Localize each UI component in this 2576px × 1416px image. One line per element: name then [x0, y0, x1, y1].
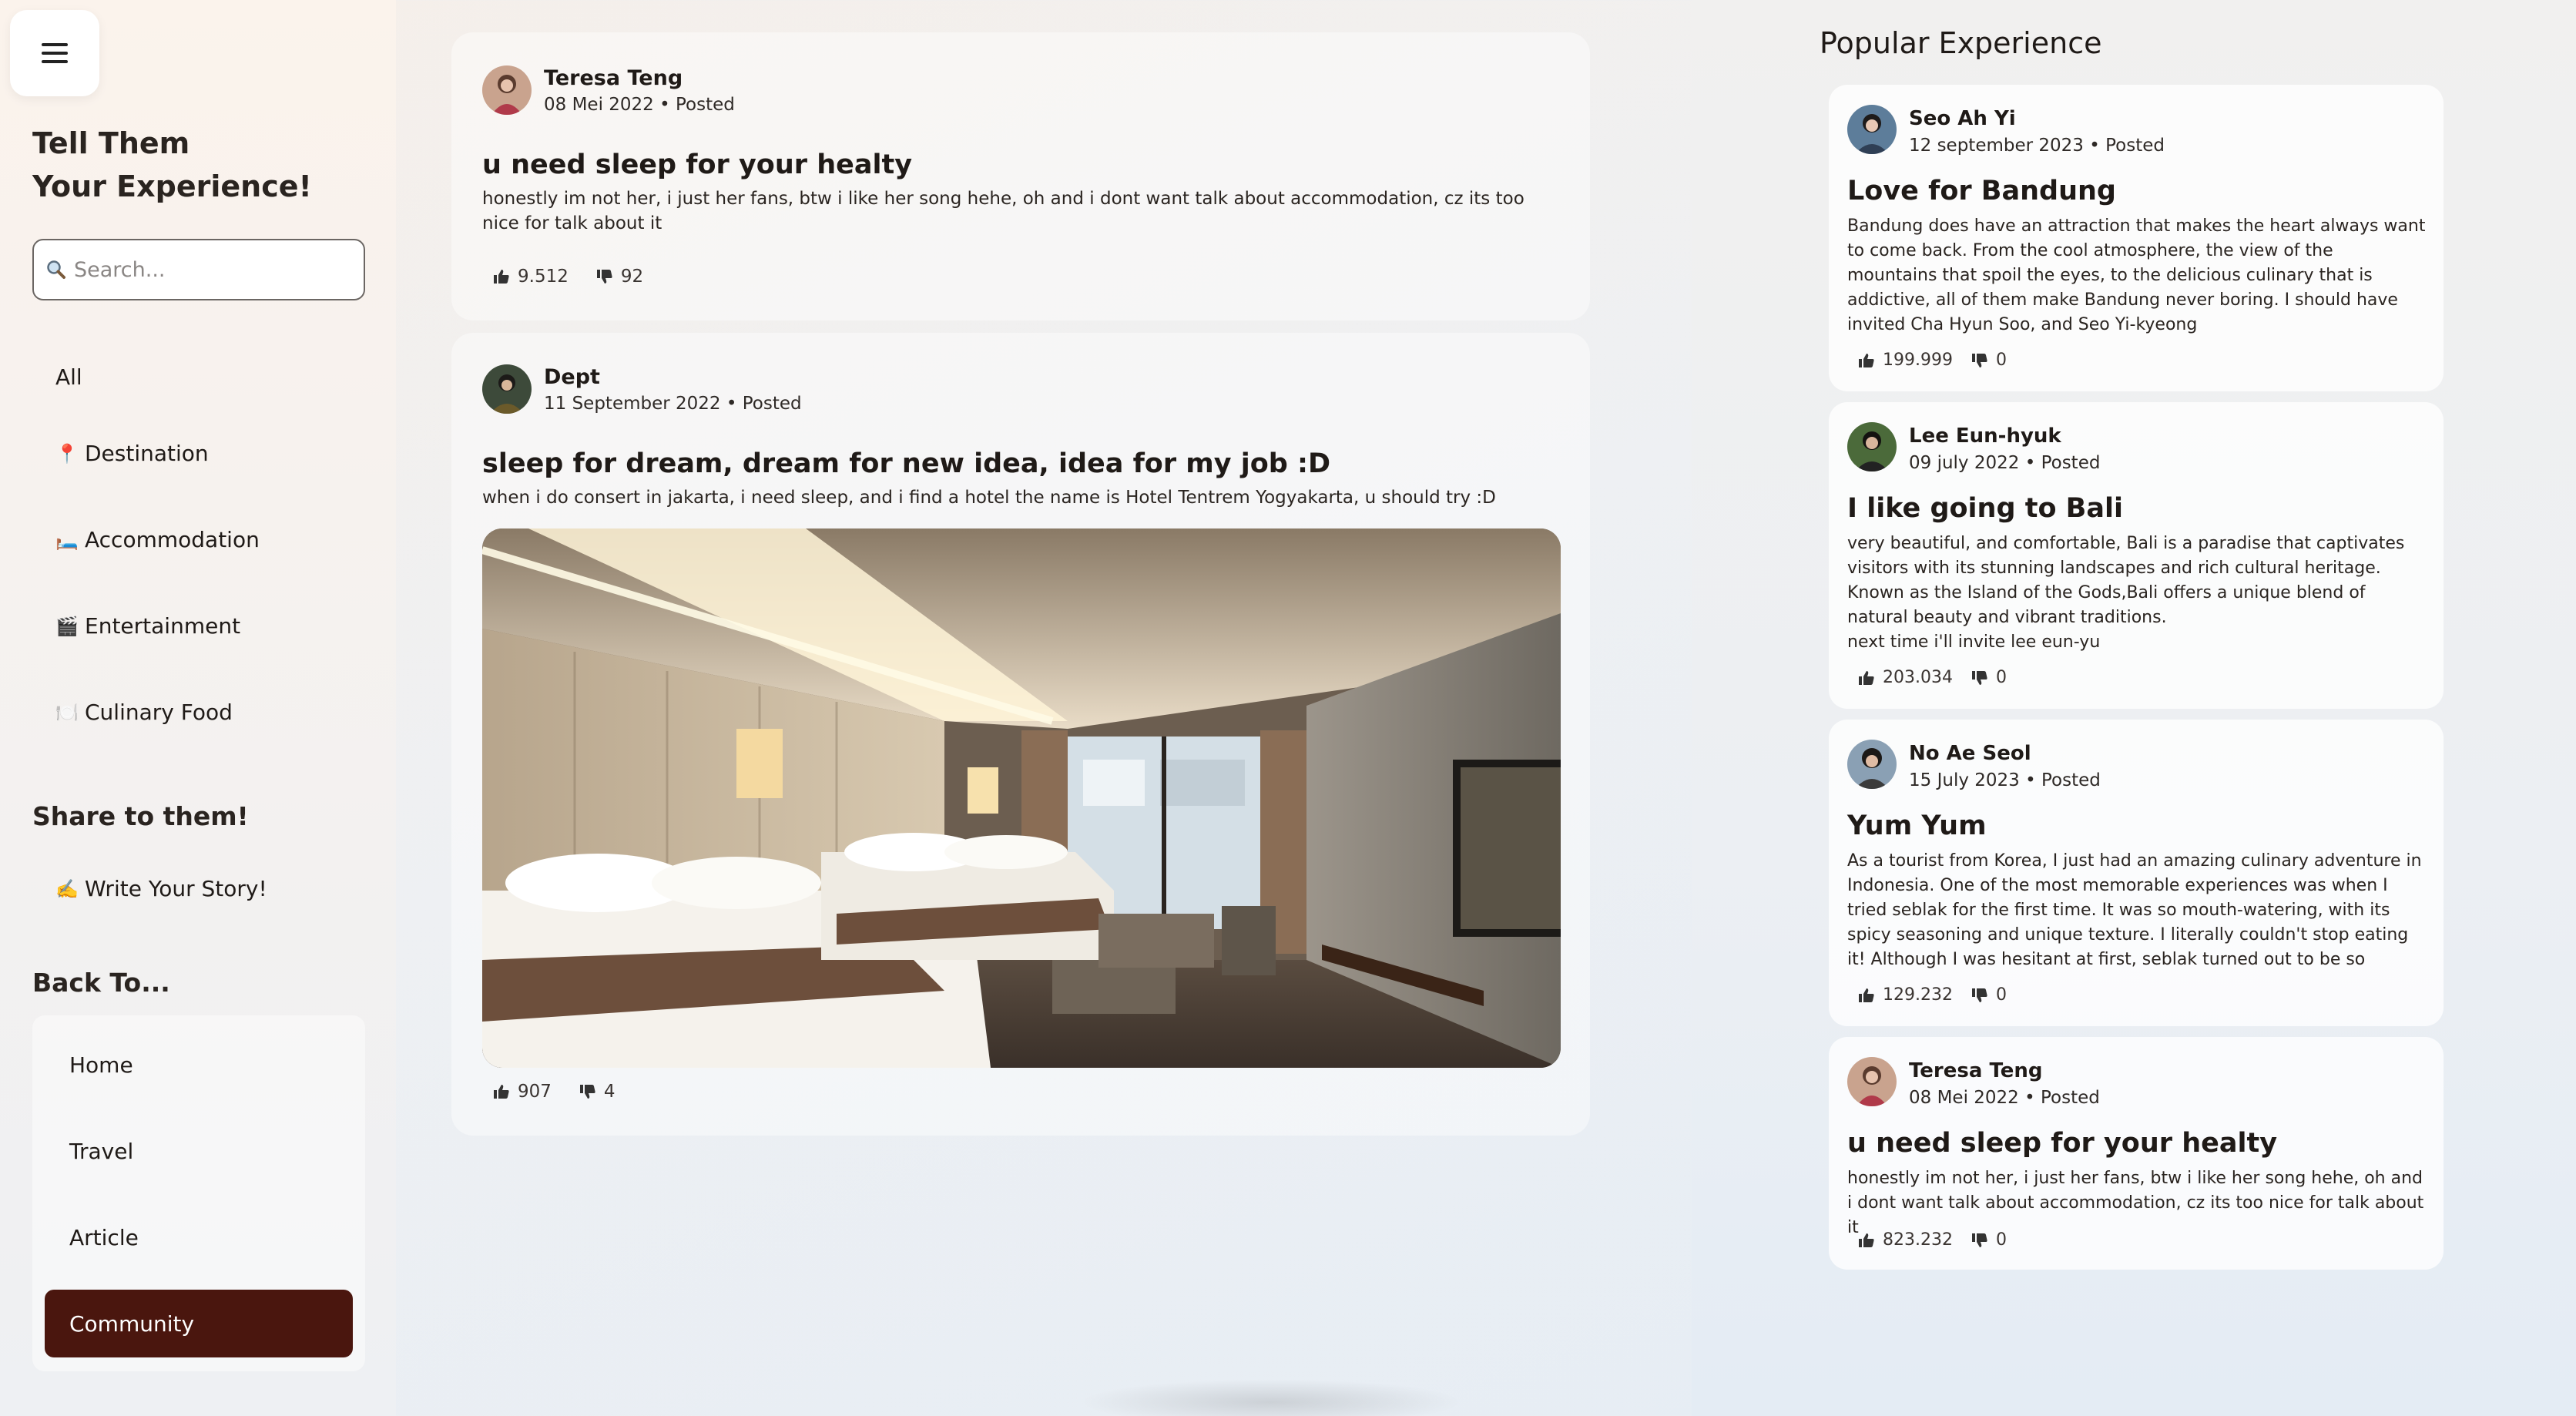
popular-title[interactable]: Love for Bandung [1847, 176, 2116, 206]
avatar[interactable] [1847, 1057, 1897, 1106]
thumbs-up-icon [1859, 353, 1874, 367]
sidebar-title: Tell Them Your Experience! [32, 126, 312, 203]
nav-home[interactable]: Home [45, 1031, 353, 1099]
popular-body: very beautiful, and comfortable, Bali is… [1847, 534, 2405, 627]
thumbs-down-icon [1971, 1233, 1987, 1247]
pin-icon: 📍 [55, 442, 79, 465]
popular-author[interactable]: No Ae Seol [1909, 742, 2031, 765]
thumbs-up-icon [1859, 670, 1874, 685]
like-button[interactable]: 203.034 [1858, 668, 1953, 687]
like-button[interactable]: 9.512 [493, 267, 569, 287]
popular-meta: 15 July 2023 • Posted [1909, 770, 2101, 790]
menu-button[interactable] [10, 10, 99, 96]
post-reactions: 9.512 92 [493, 267, 662, 287]
popular-meta: 09 july 2022 • Posted [1909, 453, 2101, 473]
like-button[interactable]: 823.232 [1858, 1230, 1953, 1250]
hotel-room-photo[interactable] [482, 528, 1561, 1068]
thumbs-down-icon [579, 1085, 595, 1099]
thumbs-down-icon [1971, 670, 1987, 685]
bottom-shadow [1078, 1379, 1464, 1416]
category-all[interactable]: All [55, 364, 82, 390]
popular-author[interactable]: Lee Eun-hyuk [1909, 424, 2061, 448]
popular-reactions: 129.232 0 [1858, 985, 2025, 1005]
avatar[interactable] [1847, 740, 1897, 789]
dislike-button[interactable]: 0 [1971, 351, 2007, 370]
thumbs-down-icon [1971, 353, 1987, 367]
writing-hand-icon: ✍️ [55, 877, 79, 900]
category-accommodation[interactable]: 🛏️ Accommodation [55, 527, 260, 552]
share-heading: Share to them! [32, 801, 249, 831]
post-meta: 11 September 2022 • Posted [544, 394, 802, 414]
like-button[interactable]: 907 [493, 1082, 552, 1102]
nav-community[interactable]: Community [45, 1290, 353, 1357]
avatar[interactable] [482, 364, 532, 414]
post-meta: 08 Mei 2022 • Posted [544, 95, 735, 115]
popular-meta: 12 september 2023 • Posted [1909, 136, 2165, 156]
thumbs-up-icon [1859, 1233, 1874, 1247]
popular-reactions: 199.999 0 [1858, 351, 2025, 370]
plate-icon: 🍽️ [55, 701, 79, 723]
popular-reactions: 823.232 0 [1858, 1230, 2025, 1250]
popular-body-extra: next time i'll invite lee eun-yu [1847, 633, 2101, 652]
post-reactions: 907 4 [493, 1082, 634, 1102]
clapperboard-icon: 🎬 [55, 615, 79, 637]
thumbs-up-icon [494, 1085, 509, 1099]
category-destination[interactable]: 📍 Destination [55, 441, 209, 466]
post-author[interactable]: Dept [544, 365, 600, 389]
popular-meta: 08 Mei 2022 • Posted [1909, 1088, 2100, 1108]
popular-author[interactable]: Seo Ah Yi [1909, 107, 2016, 130]
like-button[interactable]: 199.999 [1858, 351, 1953, 370]
popular-heading: Popular Experience [1820, 26, 2102, 60]
hamburger-menu-icon [42, 43, 68, 63]
avatar[interactable] [482, 65, 532, 115]
avatar[interactable] [1847, 105, 1897, 154]
post-title[interactable]: u need sleep for your healty [482, 149, 912, 180]
thumbs-up-icon [494, 270, 509, 284]
category-culinary-food[interactable]: 🍽️ Culinary Food [55, 700, 233, 725]
write-story-link[interactable]: ✍️ Write Your Story! [55, 876, 267, 901]
like-button[interactable]: 129.232 [1858, 985, 1953, 1005]
popular-reactions: 203.034 0 [1858, 668, 2025, 687]
popular-title[interactable]: u need sleep for your healty [1847, 1128, 2277, 1159]
nav-article[interactable]: Article [45, 1203, 353, 1271]
dislike-button[interactable]: 92 [596, 267, 643, 287]
popular-body: As a tourist from Korea, I just had an a… [1847, 851, 2422, 969]
thumbs-up-icon [1859, 988, 1874, 1002]
search-input[interactable] [74, 257, 359, 282]
category-entertainment[interactable]: 🎬 Entertainment [55, 613, 240, 639]
nav-travel[interactable]: Travel [45, 1117, 353, 1185]
search-box[interactable] [32, 239, 365, 300]
dislike-button[interactable]: 0 [1971, 668, 2007, 687]
popular-author[interactable]: Teresa Teng [1909, 1059, 2042, 1082]
search-icon [46, 260, 74, 280]
post-body: honestly im not her, i just her fans, bt… [482, 189, 1524, 233]
bed-icon: 🛏️ [55, 528, 79, 551]
popular-title[interactable]: Yum Yum [1847, 810, 1987, 841]
thumbs-down-icon [596, 270, 612, 284]
post-body: when i do consert in jakarta, i need sle… [482, 488, 1496, 508]
back-heading: Back To... [32, 968, 170, 998]
avatar[interactable] [1847, 422, 1897, 471]
popular-body: Bandung does have an attraction that mak… [1847, 216, 2426, 334]
popular-title[interactable]: I like going to Bali [1847, 493, 2123, 524]
dislike-button[interactable]: 0 [1971, 985, 2007, 1005]
popular-body: honestly im not her, i just her fans, bt… [1847, 1169, 2424, 1237]
thumbs-down-icon [1971, 988, 1987, 1002]
dislike-button[interactable]: 4 [579, 1082, 615, 1102]
dislike-button[interactable]: 0 [1971, 1230, 2007, 1250]
post-title[interactable]: sleep for dream, dream for new idea, ide… [482, 448, 1330, 479]
post-author[interactable]: Teresa Teng [544, 66, 683, 90]
